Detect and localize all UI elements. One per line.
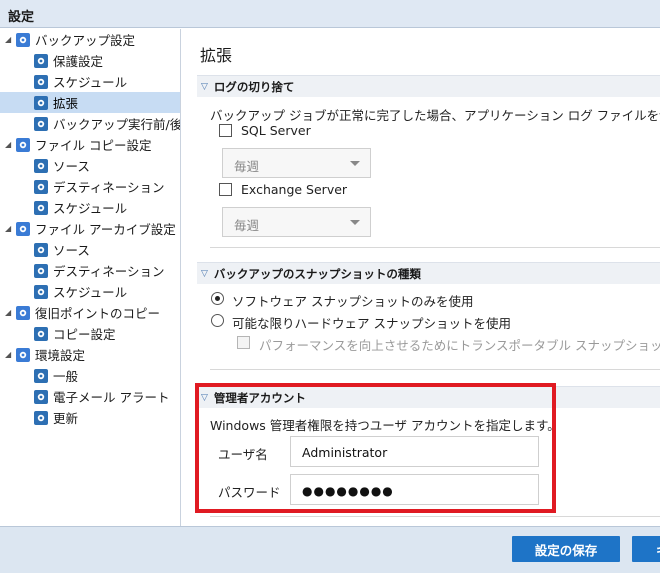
sidebar-item-label: ソース xyxy=(53,243,90,258)
snapshot-type-header[interactable]: ▽ バックアップのスナップショットの種類 xyxy=(197,262,660,284)
backup-settings-icon xyxy=(15,32,31,48)
sidebar-item-label: ファイル コピー設定 xyxy=(35,138,152,153)
general-icon xyxy=(33,368,49,384)
software-snapshot-radio[interactable] xyxy=(211,292,224,305)
tree-expand-icon[interactable]: ◢ xyxy=(5,350,14,359)
copy-settings-icon xyxy=(33,326,49,342)
sidebar-item-source[interactable]: ソース xyxy=(0,155,180,176)
dropdown-caret-icon xyxy=(350,220,360,225)
dropdown-caret-icon xyxy=(350,161,360,166)
source-icon xyxy=(33,158,49,174)
exchange-frequency-select[interactable]: 毎週 xyxy=(222,207,371,237)
sidebar-item-source[interactable]: ソース xyxy=(0,239,180,260)
settings-tree[interactable]: ◢ バックアップ設定保護設定スケジュール 拡張バックアップ実行前/後の ◢ ファイル コ… xyxy=(0,29,181,526)
hardware-snapshot-radio[interactable] xyxy=(211,314,224,327)
sidebar-item-update[interactable]: 更新 xyxy=(0,407,180,428)
sidebar-item-label: 更新 xyxy=(53,411,79,426)
section-divider xyxy=(210,369,660,370)
sidebar-item-destination[interactable]: デスティネーション xyxy=(0,260,180,281)
sql-server-checkbox[interactable] xyxy=(219,124,232,137)
sidebar-item-label: ファイル アーカイブ設定 xyxy=(35,222,176,237)
sidebar-item-label: バックアップ実行前/後の xyxy=(53,117,181,132)
transportable-snapshot-checkbox[interactable] xyxy=(237,336,250,349)
sidebar-item-label: 電子メール アラート xyxy=(53,390,170,405)
sidebar-item-label: スケジュール xyxy=(53,201,128,216)
sidebar-item-label: 環境設定 xyxy=(35,348,86,363)
sidebar-item-label: 復旧ポイントのコピー xyxy=(35,306,161,321)
collapse-chevron-icon[interactable]: ▽ xyxy=(201,269,208,279)
sidebar-item-destination[interactable]: デスティネーション xyxy=(0,176,180,197)
sidebar-item-general[interactable]: 一般 xyxy=(0,365,180,386)
file-archive-settings-icon xyxy=(15,221,31,237)
sidebar-item-email-alert[interactable]: 電子メール アラート xyxy=(0,386,180,407)
advanced-icon xyxy=(33,95,49,111)
exchange-server-checkbox[interactable] xyxy=(219,183,232,196)
recovery-point-copy-icon xyxy=(15,305,31,321)
sidebar-item-label: デスティネーション xyxy=(53,180,165,195)
exchange-server-label: Exchange Server xyxy=(241,182,348,197)
collapse-chevron-icon[interactable]: ▽ xyxy=(201,82,208,92)
source-icon xyxy=(33,242,49,258)
sidebar-item-protection[interactable]: 保護設定 xyxy=(0,50,180,71)
save-settings-button[interactable]: 設定の保存 xyxy=(512,536,620,562)
sidebar-item-advanced[interactable]: 拡張 xyxy=(0,92,180,113)
sidebar-item-schedule[interactable]: スケジュール xyxy=(0,71,180,92)
section-divider xyxy=(210,247,660,248)
title-bar: 設定 xyxy=(0,0,660,28)
sidebar-item-backup-settings[interactable]: ◢ バックアップ設定 xyxy=(0,29,180,50)
schedule-icon xyxy=(33,200,49,216)
sidebar-item-schedule[interactable]: スケジュール xyxy=(0,197,180,218)
sql-frequency-select[interactable]: 毎週 xyxy=(222,148,371,178)
sidebar-item-schedule[interactable]: スケジュール xyxy=(0,281,180,302)
sidebar-item-label: コピー設定 xyxy=(53,327,116,342)
schedule-icon xyxy=(33,284,49,300)
software-snapshot-label: ソフトウェア スナップショットのみを使用 xyxy=(232,294,474,309)
transportable-snapshot-label: パフォーマンスを向上させるためにトランスポータブル スナップショット xyxy=(259,338,660,353)
sidebar-item-label: ソース xyxy=(53,159,90,174)
hardware-snapshot-label: 可能な限りハードウェア スナップショットを使用 xyxy=(232,316,511,331)
schedule-icon xyxy=(33,74,49,90)
destination-icon xyxy=(33,179,49,195)
footer-bar: 設定の保存 キ xyxy=(0,526,660,573)
tree-expand-icon[interactable]: ◢ xyxy=(5,35,14,44)
file-copy-settings-icon xyxy=(15,137,31,153)
section-divider xyxy=(210,516,660,517)
sidebar-item-label: バックアップ設定 xyxy=(35,33,136,48)
sidebar-item-label: デスティネーション xyxy=(53,264,165,279)
sidebar-item-preferences[interactable]: ◢ 環境設定 xyxy=(0,344,180,365)
window-title: 設定 xyxy=(8,10,35,25)
preferences-icon xyxy=(15,347,31,363)
sidebar-item-recovery-point-copy[interactable]: ◢ 復旧ポイントのコピー xyxy=(0,302,180,323)
log-truncation-header[interactable]: ▽ ログの切り捨て xyxy=(197,75,660,97)
sidebar-item-label: 一般 xyxy=(53,369,79,384)
sidebar-item-label: スケジュール xyxy=(53,285,128,300)
log-truncation-description: バックアップ ジョブが正常に完了した場合、アプリケーション ログ ファイルを切り xyxy=(210,108,660,123)
sql-server-label: SQL Server xyxy=(241,123,311,138)
pre-post-backup-icon xyxy=(33,116,49,132)
tree-expand-icon[interactable]: ◢ xyxy=(5,224,14,233)
protection-icon xyxy=(33,53,49,69)
update-icon xyxy=(33,410,49,426)
sidebar-item-label: 保護設定 xyxy=(53,54,104,69)
cancel-button[interactable]: キ xyxy=(632,536,660,562)
sidebar-item-label: スケジュール xyxy=(53,75,128,90)
page-title: 拡張 xyxy=(200,46,233,65)
sidebar-item-pre-post-backup[interactable]: バックアップ実行前/後の xyxy=(0,113,181,134)
sidebar-item-label: 拡張 xyxy=(53,96,79,111)
sidebar-item-file-archive-settings[interactable]: ◢ ファイル アーカイブ設定 xyxy=(0,218,180,239)
highlight-box xyxy=(195,383,556,513)
sidebar-item-file-copy-settings[interactable]: ◢ ファイル コピー設定 xyxy=(0,134,180,155)
email-alert-icon xyxy=(33,389,49,405)
sidebar-item-copy-settings[interactable]: コピー設定 xyxy=(0,323,180,344)
destination-icon xyxy=(33,263,49,279)
tree-expand-icon[interactable]: ◢ xyxy=(5,140,14,149)
tree-expand-icon[interactable]: ◢ xyxy=(5,308,14,317)
